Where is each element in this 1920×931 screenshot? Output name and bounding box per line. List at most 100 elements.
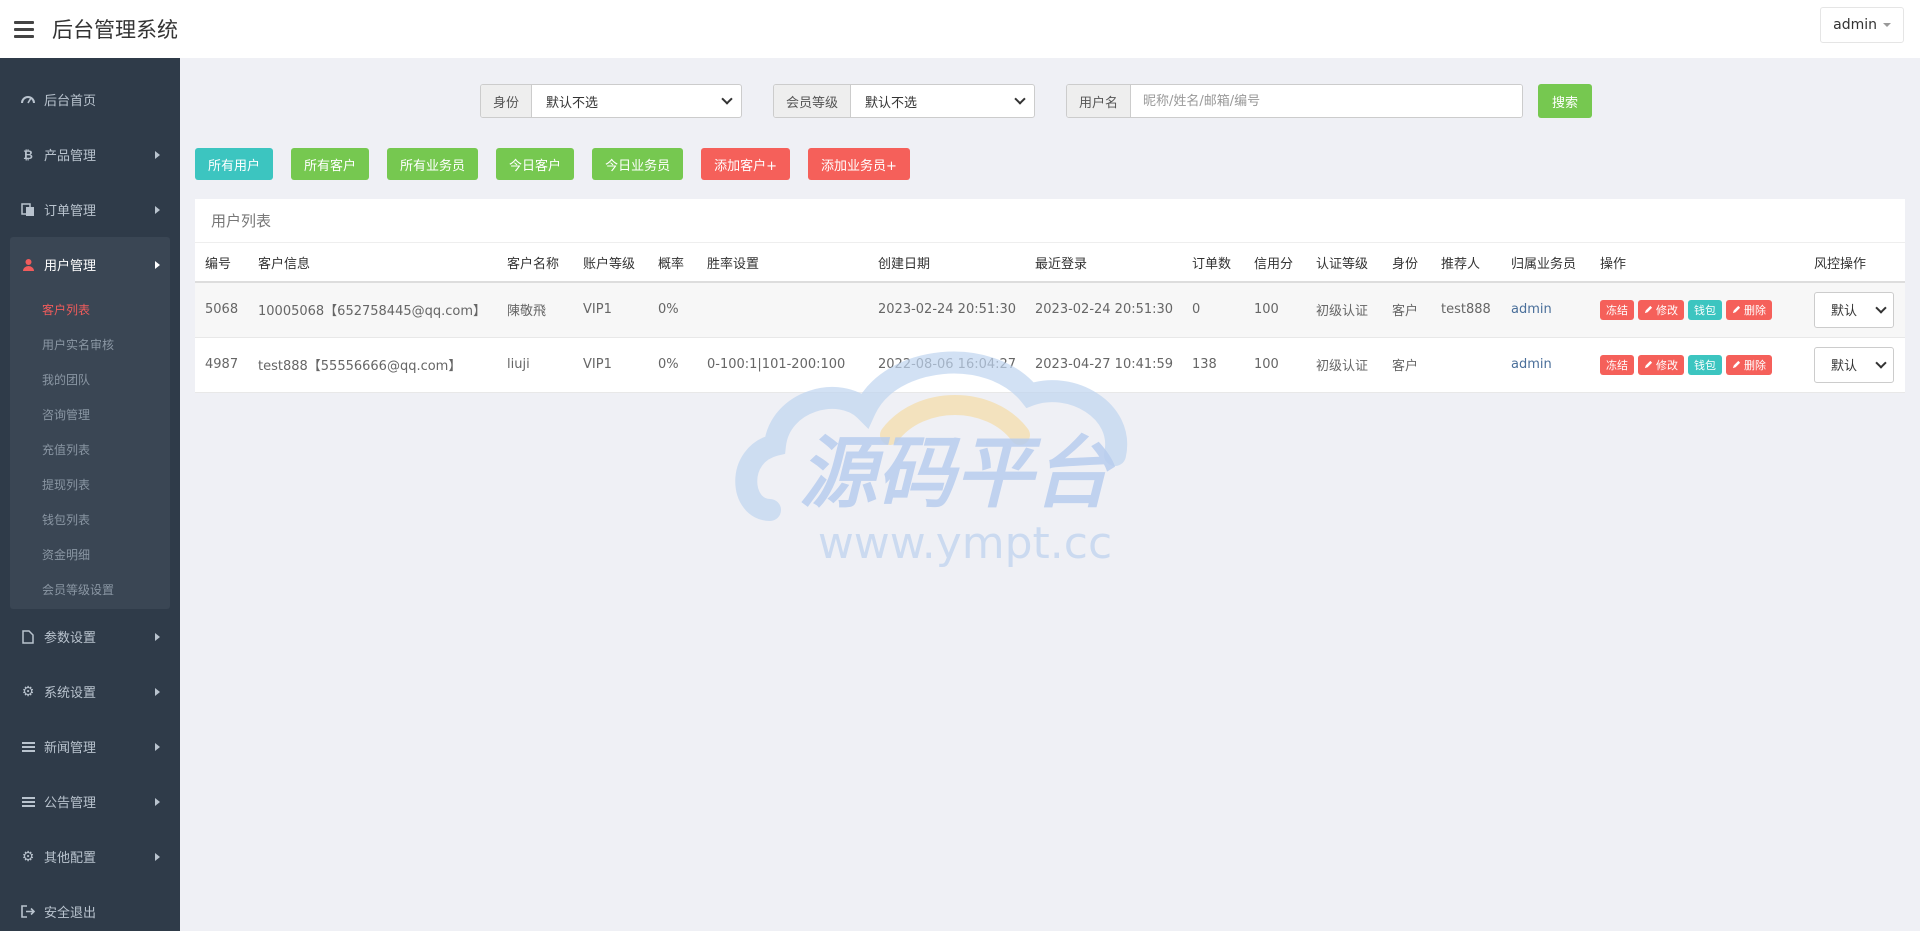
sidebar-sub-verification[interactable]: 用户实名审核 — [10, 327, 170, 362]
col-risk: 风控操作 — [1804, 243, 1905, 283]
all-users-button[interactable]: 所有用户 — [195, 148, 274, 180]
risk-select-value: 默认 — [1831, 359, 1858, 374]
delete-label: 删除 — [1744, 303, 1766, 317]
pencil-icon — [1644, 306, 1653, 314]
cell-auth: 初级认证 — [1306, 337, 1382, 393]
username-filter: 用户名 — [1066, 84, 1523, 118]
col-referrer: 推荐人 — [1431, 243, 1501, 283]
cell-name: liuji — [497, 337, 573, 393]
watermark-url: www.ympt.cc — [818, 518, 1112, 569]
sidebar-item-label: 系统设置 — [44, 686, 97, 701]
cell-created: 2023-02-24 20:51:30 — [868, 282, 1025, 338]
file-icon — [20, 629, 36, 645]
risk-select[interactable]: 默认 — [1814, 346, 1894, 383]
sidebar-item-label: 公告管理 — [44, 796, 97, 811]
wallet-label: 钱包 — [1694, 358, 1716, 372]
sidebar-sub-withdraw[interactable]: 提现列表 — [10, 467, 170, 502]
table-row: 5068 10005068【652758445@qq.com】 陳敬飛 VIP1… — [195, 282, 1905, 338]
sidebar-sub-consult[interactable]: 咨询管理 — [10, 397, 170, 432]
sidebar-item-logout[interactable]: 安全退出 — [0, 884, 180, 931]
freeze-button[interactable]: 冻结 — [1600, 299, 1634, 320]
wallet-button[interactable]: 钱包 — [1688, 299, 1722, 320]
today-customers-button[interactable]: 今日客户 — [496, 148, 575, 180]
sidebar-item-label: 订单管理 — [44, 204, 97, 219]
today-sales-button[interactable]: 今日业务员 — [592, 148, 684, 180]
risk-select[interactable]: 默认 — [1814, 291, 1894, 328]
sidebar-item-label: 用户管理 — [44, 259, 97, 274]
username-filter-label: 用户名 — [1067, 85, 1132, 117]
sidebar-sub-member-level[interactable]: 会员等级设置 — [10, 572, 170, 607]
level-filter: 会员等级 默认不选 — [773, 84, 1035, 118]
identity-select[interactable]: 默认不选 — [532, 85, 741, 117]
sidebar-item-system[interactable]: ⚙ 系统设置 — [0, 664, 180, 719]
pencil-icon — [1732, 360, 1741, 369]
chevron-right-icon — [155, 687, 160, 696]
freeze-button[interactable]: 冻结 — [1600, 354, 1634, 375]
sidebar-item-other[interactable]: ⚙ 其他配置 — [0, 829, 180, 884]
delete-button[interactable]: 删除 — [1726, 354, 1772, 375]
add-sales-button[interactable]: 添加业务员+ — [807, 148, 910, 180]
sidebar-item-label: 后台首页 — [44, 94, 97, 109]
top-header: 后台管理系统 admin — [0, 0, 1920, 58]
level-select[interactable]: 默认不选 — [851, 85, 1034, 117]
level-filter-label: 会员等级 — [774, 85, 852, 117]
wallet-button[interactable]: 钱包 — [1688, 354, 1722, 375]
sidebar-item-label: 其他配置 — [44, 851, 97, 866]
sidebar-sub-customers[interactable]: 客户列表 — [10, 292, 170, 327]
user-list-panel: 用户列表 编号 客户信息 客户名称 账户等级 概率 胜率设置 创建日期 最近登录… — [195, 199, 1905, 393]
cell-prob: 0% — [648, 282, 697, 338]
sidebar-item-orders[interactable]: 订单管理 — [0, 182, 180, 237]
chevron-right-icon — [155, 852, 160, 861]
sidebar-item-dashboard[interactable]: 后台首页 — [0, 72, 180, 127]
menu-toggle-icon[interactable] — [14, 20, 34, 38]
cell-created: 2022-08-06 16:04:27 — [868, 337, 1025, 393]
sidebar-item-notice[interactable]: 公告管理 — [0, 774, 180, 829]
sidebar-item-news[interactable]: 新闻管理 — [0, 719, 180, 774]
chevron-down-icon — [1875, 356, 1887, 369]
sidebar-item-users[interactable]: 用户管理 — [10, 237, 170, 292]
cell-level: VIP1 — [573, 282, 648, 338]
col-last-login: 最近登录 — [1025, 243, 1182, 283]
col-ops: 操作 — [1590, 243, 1804, 283]
freeze-label: 冻结 — [1606, 358, 1628, 372]
user-dropdown[interactable]: admin — [1820, 7, 1904, 43]
user-table: 编号 客户信息 客户名称 账户等级 概率 胜率设置 创建日期 最近登录 订单数 … — [195, 243, 1905, 393]
all-customers-button[interactable]: 所有客户 — [291, 148, 370, 180]
sidebar-sub-wallet[interactable]: 钱包列表 — [10, 502, 170, 537]
cell-ops: 冻结 修改 钱包 删除 — [1590, 282, 1804, 338]
cell-referrer: test888 — [1431, 282, 1501, 338]
edit-label: 修改 — [1656, 303, 1678, 317]
cell-ops: 冻结 修改 钱包 删除 — [1590, 337, 1804, 393]
chevron-right-icon — [155, 632, 160, 641]
cell-risk: 默认 — [1804, 337, 1905, 393]
identity-filter-label: 身份 — [481, 85, 533, 117]
sidebar-item-products[interactable]: ₿ 产品管理 — [0, 127, 180, 182]
col-created: 创建日期 — [868, 243, 1025, 283]
delete-button[interactable]: 删除 — [1726, 299, 1772, 320]
user-name: admin — [1833, 17, 1877, 33]
sales-link[interactable]: admin — [1501, 282, 1590, 338]
sidebar-item-params[interactable]: 参数设置 — [0, 609, 180, 664]
cell-orders: 0 — [1182, 282, 1244, 338]
edit-button[interactable]: 修改 — [1638, 299, 1684, 320]
cogs-icon: ⚙ — [21, 683, 35, 700]
col-prob: 概率 — [648, 243, 697, 283]
username-search-input[interactable] — [1131, 85, 1522, 117]
cell-orders: 138 — [1182, 337, 1244, 393]
col-credit: 信用分 — [1244, 243, 1306, 283]
freeze-label: 冻结 — [1606, 303, 1628, 317]
chevron-right-icon — [155, 150, 160, 159]
edit-button[interactable]: 修改 — [1638, 354, 1684, 375]
cell-last-login: 2023-04-27 10:41:59 — [1025, 337, 1182, 393]
add-customer-button[interactable]: 添加客户+ — [701, 148, 790, 180]
sidebar-item-label: 产品管理 — [44, 149, 97, 164]
sales-link[interactable]: admin — [1501, 337, 1590, 393]
sidebar-sub-recharge[interactable]: 充值列表 — [10, 432, 170, 467]
sidebar-sub-funds[interactable]: 资金明细 — [10, 537, 170, 572]
search-button[interactable]: 搜索 — [1538, 84, 1592, 118]
cell-referrer — [1431, 337, 1501, 393]
panel-title: 用户列表 — [195, 199, 1905, 243]
all-sales-button[interactable]: 所有业务员 — [387, 148, 479, 180]
sidebar-sub-team[interactable]: 我的团队 — [10, 362, 170, 397]
risk-select-value: 默认 — [1831, 304, 1858, 320]
